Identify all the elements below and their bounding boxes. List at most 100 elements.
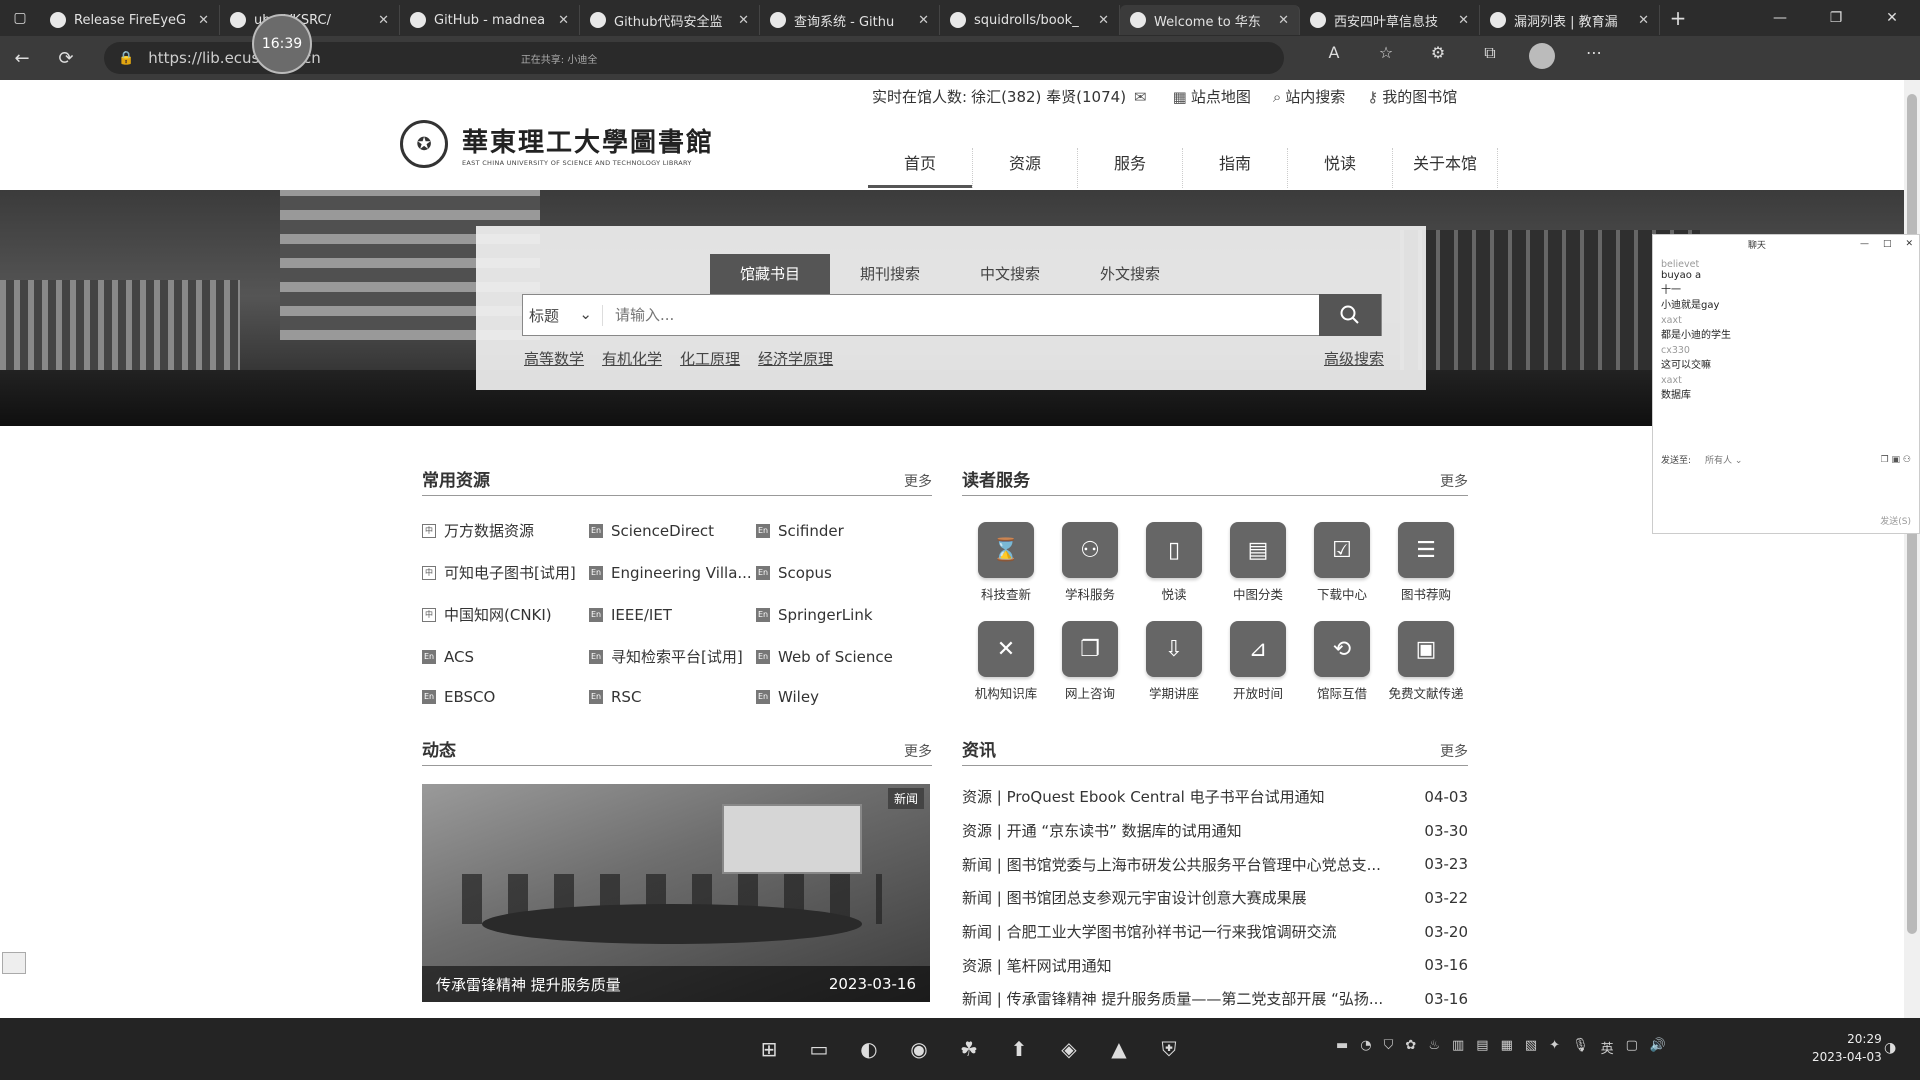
- info-more-link[interactable]: 更多: [1440, 741, 1468, 761]
- profile-icon[interactable]: [1516, 43, 1568, 73]
- refresh-icon[interactable]: ⟳: [44, 48, 88, 69]
- hot-word-link[interactable]: 经济学原理: [758, 348, 833, 369]
- read-aloud-icon[interactable]: A: [1308, 43, 1360, 73]
- info-row[interactable]: 新闻 | 图书馆团总支参观元宇宙设计创意大赛成果展 03-22: [962, 881, 1468, 915]
- tab-close-icon[interactable]: ✕: [378, 13, 389, 28]
- notification-icon[interactable]: ◑: [1884, 1040, 1896, 1056]
- tray-icon[interactable]: ✿: [1405, 1038, 1416, 1057]
- info-row[interactable]: 资源 | 开通 “京东读书” 数据库的试用通知 03-30: [962, 814, 1468, 848]
- resource-link[interactable]: En Web of Science: [756, 646, 926, 667]
- info-row[interactable]: 新闻 | 图书馆党委与上海市研发公共服务平台管理中心党总支... 03-23: [962, 847, 1468, 881]
- tray-icon[interactable]: ▤: [1476, 1038, 1488, 1057]
- service-item[interactable]: ☑ 下载中心: [1300, 522, 1384, 603]
- hot-word-link[interactable]: 有机化学: [602, 348, 662, 369]
- edge-browser-icon[interactable]: ◐: [844, 1032, 894, 1066]
- file-explorer-icon[interactable]: ▭: [794, 1032, 844, 1066]
- library-logo[interactable]: ✪ 華東理工大學圖書館 EAST CHINA UNIVERSITY OF SCI…: [400, 120, 714, 168]
- new-tab-button[interactable]: +: [1660, 6, 1696, 30]
- tab-close-icon[interactable]: ✕: [1278, 13, 1289, 28]
- service-item[interactable]: ▣ 免费文献传递: [1384, 621, 1468, 702]
- service-item[interactable]: ☰ 图书荐购: [1384, 522, 1468, 603]
- site-search-link[interactable]: ⌕ 站内搜索: [1273, 86, 1345, 107]
- side-float-button[interactable]: [2, 952, 26, 974]
- browser-tab[interactable]: 查询系统 - Githu ✕: [760, 5, 940, 35]
- service-item[interactable]: ❐ 网上咨询: [1048, 621, 1132, 702]
- nav-item[interactable]: 指南: [1183, 148, 1288, 188]
- send-to-select[interactable]: 所有人 ⌄: [1705, 453, 1742, 466]
- app-icon[interactable]: ▲: [1094, 1032, 1144, 1066]
- resource-link[interactable]: En IEEE/IET: [589, 604, 756, 625]
- tray-icon[interactable]: ♨: [1428, 1038, 1440, 1057]
- network-icon[interactable]: ▢: [1626, 1038, 1638, 1057]
- service-item[interactable]: ✕ 机构知识库: [964, 621, 1048, 702]
- search-input[interactable]: [603, 295, 1319, 335]
- search-tab[interactable]: 期刊搜索: [830, 254, 950, 294]
- nav-item[interactable]: 资源: [973, 148, 1078, 188]
- tray-icon[interactable]: ▬: [1336, 1038, 1348, 1057]
- browser-tab[interactable]: 漏洞列表 | 教育漏 ✕: [1480, 5, 1660, 35]
- resource-link[interactable]: En ACS: [422, 646, 589, 667]
- service-item[interactable]: ⚇ 学科服务: [1048, 522, 1132, 603]
- microphone-icon[interactable]: 🎙: [1572, 1038, 1589, 1057]
- browser-tab[interactable]: Github代码安全监 ✕: [580, 5, 760, 35]
- info-row[interactable]: 资源 | 笔杆网试用通知 03-16: [962, 948, 1468, 982]
- input-language[interactable]: 英: [1601, 1038, 1614, 1057]
- sitemap-link[interactable]: ▦ 站点地图: [1173, 86, 1251, 107]
- tab-actions-icon[interactable]: ▢: [0, 0, 40, 36]
- service-item[interactable]: ⟲ 馆际互借: [1300, 621, 1384, 702]
- favorite-icon[interactable]: ☆: [1360, 43, 1412, 73]
- info-row[interactable]: 新闻 | 传承雷锋精神 提升服务质量——第二党支部开展 “弘扬... 03-16: [962, 982, 1468, 1016]
- browser-tab[interactable]: ub - VKSRC/✕: [220, 5, 400, 35]
- info-row[interactable]: 新闻 | 合肥工业大学图书馆孙祥书记一行来我馆调研交流 03-20: [962, 915, 1468, 949]
- resource-link[interactable]: En SpringerLink: [756, 604, 926, 625]
- resource-link[interactable]: En Engineering Villa...: [589, 562, 756, 583]
- app-icon[interactable]: ⬆: [994, 1032, 1044, 1066]
- chat-minimize-icon[interactable]: —: [1860, 239, 1869, 249]
- browser-tab[interactable]: 西安四叶草信息技 ✕: [1300, 5, 1480, 35]
- resource-link[interactable]: En Scifinder: [756, 520, 926, 541]
- tray-icon[interactable]: ✦: [1549, 1038, 1560, 1057]
- resource-link[interactable]: En 寻知检索平台[试用]: [589, 646, 756, 667]
- resource-link[interactable]: 中万方数据资源: [422, 520, 589, 541]
- app-icon[interactable]: ☘: [944, 1032, 994, 1066]
- more-icon[interactable]: ⋯: [1568, 43, 1620, 73]
- tab-close-icon[interactable]: ✕: [558, 13, 569, 28]
- tab-close-icon[interactable]: ✕: [1458, 13, 1469, 28]
- start-icon[interactable]: ⊞: [744, 1032, 794, 1066]
- volume-icon[interactable]: 🔊: [1650, 1038, 1666, 1057]
- search-tab[interactable]: 中文搜索: [950, 254, 1070, 294]
- service-item[interactable]: ▯ 悦读: [1132, 522, 1216, 603]
- chat-tool-icons[interactable]: ❐ ▣ ⚇: [1881, 455, 1911, 465]
- tab-close-icon[interactable]: ✕: [738, 13, 749, 28]
- info-row[interactable]: 资源 | ProQuest Ebook Central 电子书平台试用通知 04-…: [962, 780, 1468, 814]
- tray-icon[interactable]: ⛉: [1384, 1038, 1394, 1057]
- chat-maximize-icon[interactable]: □: [1883, 239, 1892, 249]
- tab-close-icon[interactable]: ✕: [1638, 13, 1649, 28]
- services-more-link[interactable]: 更多: [1440, 471, 1468, 491]
- browser-tab[interactable]: Release FireEyeG ✕: [40, 5, 220, 35]
- shield-icon[interactable]: ⛨: [1144, 1032, 1194, 1066]
- tab-close-icon[interactable]: ✕: [198, 13, 209, 28]
- service-item[interactable]: ▤ 中图分类: [1216, 522, 1300, 603]
- hot-word-link[interactable]: 高等数学: [524, 348, 584, 369]
- maximize-icon[interactable]: ❐: [1808, 10, 1864, 26]
- chat-send-button[interactable]: 发送(S): [1880, 514, 1911, 527]
- search-field-select[interactable]: 标题 ⌄: [523, 304, 603, 326]
- resource-link[interactable]: En ScienceDirect: [589, 520, 756, 541]
- page-scrollbar[interactable]: [1904, 80, 1920, 1018]
- minimize-icon[interactable]: —: [1752, 10, 1808, 26]
- nav-item[interactable]: 服务: [1078, 148, 1183, 188]
- nav-item[interactable]: 悦读: [1288, 148, 1393, 188]
- resource-link[interactable]: En Wiley: [756, 688, 926, 706]
- resource-link[interactable]: En RSC: [589, 688, 756, 706]
- resources-more-link[interactable]: 更多: [904, 471, 932, 491]
- service-item[interactable]: ⇩ 学期讲座: [1132, 621, 1216, 702]
- advanced-search-link[interactable]: 高级搜索: [1324, 348, 1384, 369]
- news-photo[interactable]: 新闻 传承雷锋精神 提升服务质量 2023-03-16: [422, 784, 930, 1002]
- resource-link[interactable]: En EBSCO: [422, 688, 589, 706]
- browser-tab[interactable]: Welcome to 华东 ✕: [1120, 5, 1300, 35]
- resource-link[interactable]: 中可知电子图书[试用]: [422, 562, 589, 583]
- wechat-icon[interactable]: ✉: [1134, 88, 1147, 106]
- nav-item[interactable]: 首页: [868, 148, 973, 188]
- search-tab[interactable]: 外文搜索: [1070, 254, 1190, 294]
